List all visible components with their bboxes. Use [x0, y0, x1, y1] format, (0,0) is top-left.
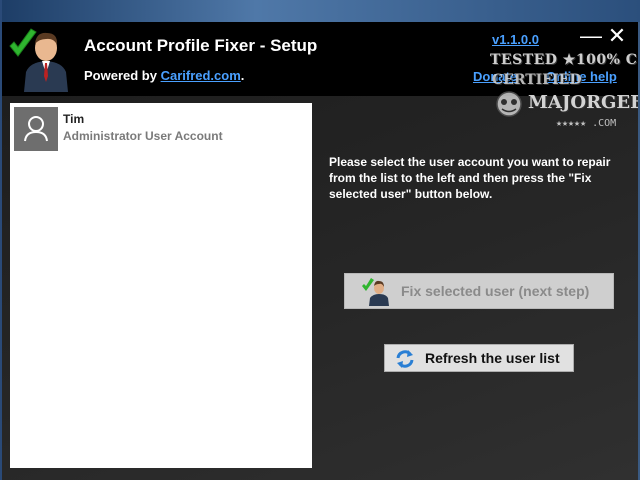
watermark-line-2: MAJORGEEKS: [528, 92, 638, 113]
window-title: Account Profile Fixer - Setup: [84, 36, 318, 55]
refresh-user-list-button[interactable]: Refresh the user list: [384, 344, 574, 372]
app-window: Account Profile Fixer - Setup Powered by…: [2, 22, 638, 480]
watermark-certified: CERTIFIED: [492, 72, 582, 88]
user-name: Tim: [63, 112, 85, 126]
user-list[interactable]: Tim Administrator User Account: [10, 103, 312, 468]
fix-button-label: Fix selected user (next step): [401, 283, 590, 299]
minimize-button[interactable]: —: [580, 25, 602, 47]
close-button[interactable]: ✕: [606, 25, 628, 47]
powered-by-suffix: .: [240, 68, 245, 83]
user-list-item[interactable]: Tim Administrator User Account: [14, 107, 308, 153]
main-panel: Tim Administrator User Account Please se…: [2, 96, 638, 480]
powered-by-prefix: Powered by: [84, 68, 161, 83]
version-link[interactable]: v1.1.0.0: [492, 32, 539, 47]
avatar: [14, 107, 58, 151]
refresh-button-label: Refresh the user list: [425, 350, 560, 366]
instructions-text: Please select the user account you want …: [329, 155, 611, 201]
user-check-icon: [362, 278, 389, 306]
fix-selected-user-button[interactable]: Fix selected user (next step): [344, 273, 614, 309]
watermark-line-1: TESTED ★100% CLEAN: [490, 52, 638, 68]
app-logo-icon: [9, 28, 68, 92]
desktop-background: [0, 0, 640, 22]
watermark-mascot-icon: [496, 91, 522, 117]
user-account-type: Administrator User Account: [63, 129, 223, 143]
refresh-icon: [396, 350, 414, 368]
carifred-link[interactable]: Carifred.com: [161, 68, 241, 83]
user-icon: [24, 116, 48, 142]
majorgeeks-watermark: TESTED ★100% CLEAN CERTIFIED MAJORGEEKS …: [490, 52, 638, 140]
powered-by-text: Powered by Carifred.com.: [84, 68, 244, 83]
watermark-line-3: ★★★★★ .COM: [556, 118, 617, 129]
